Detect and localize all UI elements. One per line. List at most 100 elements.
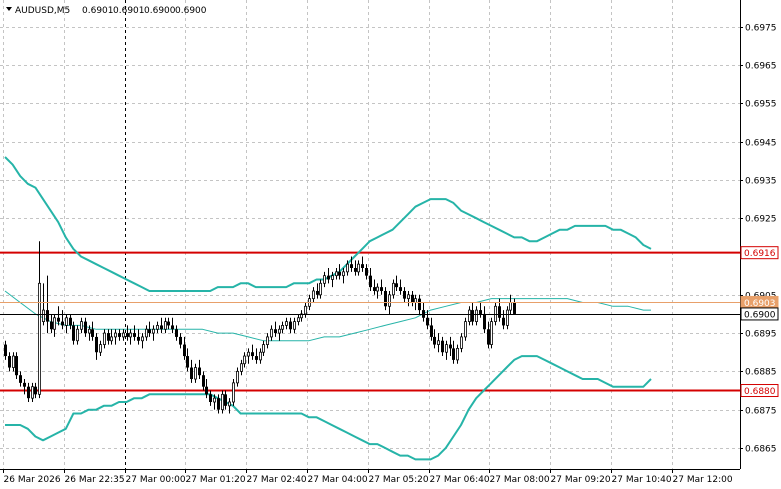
candle-body-up [38, 282, 41, 395]
x-tick-label: 27 Mar 01:20 [186, 475, 246, 485]
candle-body-up [445, 344, 448, 353]
candle-body-down [483, 313, 486, 330]
candle-body-up [475, 309, 478, 323]
candle-body-up [240, 363, 243, 372]
candle-body-down [46, 310, 49, 322]
level-tag: 0.6880 [744, 387, 776, 397]
candle-body-down [395, 283, 398, 288]
candle-body-up [490, 321, 493, 345]
price-chart[interactable]: 0.6975 0.6965 0.6955 0.6945 0.6935 0.6925 0.69… [0, 0, 781, 489]
x-tick-label: 27 Mar 09:20 [551, 475, 611, 485]
level-tag: 0.6916 [744, 249, 776, 259]
candle-body-up [297, 317, 300, 322]
candle-body-up [110, 336, 113, 342]
candle-body-down [452, 348, 455, 360]
candle-body-down [69, 317, 72, 326]
candle-body-up [293, 321, 296, 330]
x-tick-label: 26 Mar 2026 [4, 475, 61, 485]
candle-body-up [232, 382, 235, 403]
candle-body-down [160, 325, 163, 330]
candle-body-down [365, 268, 368, 276]
ohlc-low: 0.6900 [144, 6, 176, 16]
candle-body-down [15, 356, 18, 376]
chart-container[interactable]: 0.6975 0.6965 0.6955 0.6945 0.6935 0.6925 0.69… [0, 0, 781, 489]
candle-body-up [65, 317, 68, 326]
y-tick-label: 0.6945 [745, 139, 777, 149]
candle-body-down [502, 317, 505, 326]
price-lines [0, 302, 740, 315]
candle-body-up [304, 305, 307, 315]
candle-body-up [266, 336, 269, 345]
chevron-down-icon[interactable] [6, 7, 12, 11]
candle-body-down [209, 394, 212, 402]
candle-body-down [50, 321, 53, 330]
candle-body-down [422, 310, 425, 318]
candle-body-down [171, 325, 174, 330]
candle-body-up [141, 336, 144, 342]
candle-body-up [213, 397, 216, 403]
candle-body-down [399, 287, 402, 291]
candle-body-down [126, 333, 129, 337]
candle-body-down [84, 321, 87, 334]
candle-body-down [167, 321, 170, 326]
y-tick-label: 0.6955 [745, 100, 777, 110]
x-tick-label: 27 Mar 06:40 [430, 475, 490, 485]
candle-body-up [156, 325, 159, 330]
ohlc-high: 0.6901 [113, 6, 145, 16]
candle-body-up [145, 328, 148, 338]
candle-body-down [338, 271, 341, 276]
candle-body-up [194, 367, 197, 380]
candle-body-down [471, 310, 474, 322]
candle-body-down [289, 321, 292, 330]
candle-body-down [411, 294, 414, 303]
ohlc-open: 0.6901 [82, 6, 114, 16]
candle-body-down [61, 321, 64, 326]
bollinger-bands [4, 156, 652, 461]
candles [4, 241, 516, 414]
candle-body-up [262, 344, 265, 353]
candle-body-down [498, 306, 501, 318]
y-tick-label: 0.6895 [745, 330, 777, 340]
candle-body-down [380, 287, 383, 291]
candle-body-down [369, 275, 372, 288]
candle-body-up [122, 332, 125, 338]
candle-body-down [34, 386, 37, 395]
candle-body-up [114, 332, 117, 338]
candle-body-up [129, 332, 132, 338]
candle-body-down [441, 340, 444, 353]
candle-body-down [354, 268, 357, 272]
ohlc-close: 0.6900 [175, 6, 207, 16]
y-tick-label: 0.6925 [745, 215, 777, 225]
candle-body-up [164, 321, 167, 330]
candle-body-down [255, 356, 258, 360]
candle-body-up [319, 282, 322, 296]
x-tick-label: 27 Mar 12:00 [673, 475, 733, 485]
candle-body-down [137, 336, 140, 341]
symbol-label: AUDUSD,M5 [15, 6, 70, 16]
candle-body-down [4, 344, 7, 357]
x-tick-label: 27 Mar 02:40 [247, 475, 307, 485]
candle-body-up [331, 275, 334, 280]
candle-body-down [118, 333, 121, 337]
chart-header: AUDUSD,M5 0.6901 0.6901 0.6900 0.6900 [6, 6, 207, 16]
candle-body-up [342, 271, 345, 277]
candle-body-down [403, 290, 406, 299]
candle-body-up [76, 328, 79, 342]
candle-body-up [414, 298, 417, 303]
y-tick-label: 0.6875 [745, 407, 777, 417]
y-tick-label: 0.6865 [745, 445, 777, 455]
candle-body-up [270, 328, 273, 338]
candle-body-up [460, 336, 463, 349]
candle-body-down [205, 386, 208, 395]
candle-body-up [346, 263, 349, 273]
y-tick-label: 0.6965 [745, 62, 777, 72]
candle-body-up [53, 317, 56, 330]
candle-body-up [88, 328, 91, 334]
candle-body-down [513, 302, 516, 314]
x-tick-label: 26 Mar 22:35 [65, 475, 125, 485]
candle-body-up [285, 321, 288, 326]
candle-body-down [148, 329, 151, 334]
candle-body-down [327, 275, 330, 280]
x-tick-label: 27 Mar 10:40 [612, 475, 672, 485]
candle-body-up [357, 263, 360, 273]
